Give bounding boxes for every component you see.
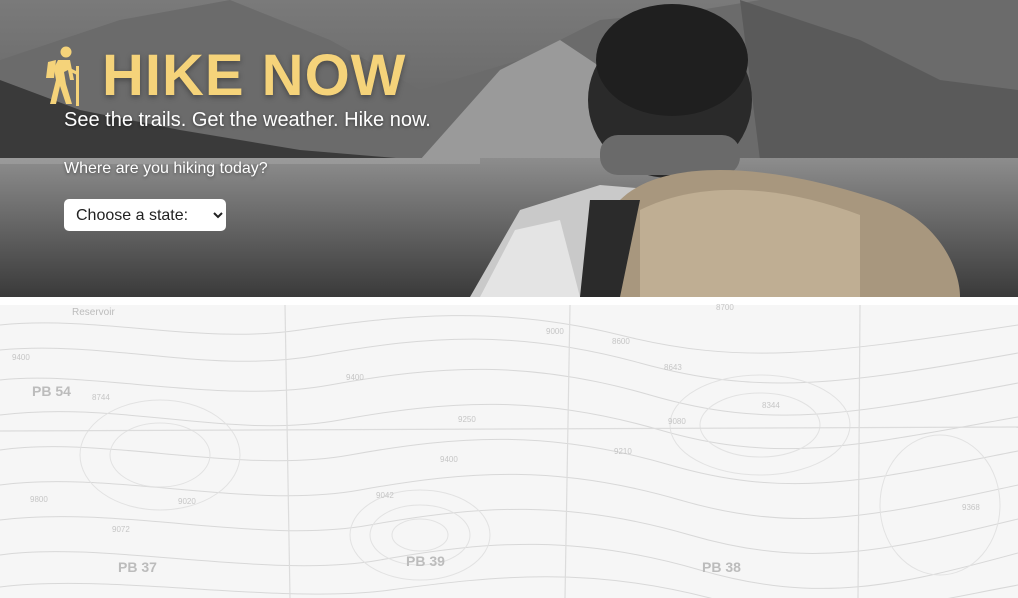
elevation-label: 9210 bbox=[614, 447, 632, 456]
elevation-label: 9400 bbox=[12, 353, 30, 362]
map-label: Reservoir bbox=[72, 307, 115, 318]
elevation-label: 8344 bbox=[762, 401, 780, 410]
topographic-map-background: PB 54 PB 37 PB 39 PB 38 Reservoir 9400 8… bbox=[0, 297, 1018, 598]
elevation-label: 9250 bbox=[458, 415, 476, 424]
elevation-label: 8744 bbox=[92, 393, 110, 402]
elevation-label: 8600 bbox=[612, 337, 630, 346]
section-divider bbox=[0, 297, 1018, 305]
topo-contour-lines bbox=[0, 305, 1018, 598]
page-title: HIKE NOW bbox=[102, 43, 407, 108]
map-label: PB 39 bbox=[406, 553, 445, 569]
elevation-label: 9000 bbox=[546, 327, 564, 336]
elevation-label: 8643 bbox=[664, 363, 682, 372]
map-label: PB 54 bbox=[32, 383, 71, 399]
state-prompt-label: Where are you hiking today? bbox=[64, 160, 268, 177]
elevation-label: 8700 bbox=[716, 303, 734, 312]
elevation-label: 9400 bbox=[440, 455, 458, 464]
tagline: See the trails. Get the weather. Hike no… bbox=[64, 109, 431, 131]
elevation-label: 9042 bbox=[376, 491, 394, 500]
elevation-label: 9800 bbox=[30, 495, 48, 504]
brand: HIKE NOW bbox=[40, 44, 406, 108]
elevation-label: 9368 bbox=[962, 503, 980, 512]
map-label: PB 37 bbox=[118, 559, 157, 575]
hero-banner: HIKE NOW See the trails. Get the weather… bbox=[0, 0, 1018, 297]
elevation-label: 9400 bbox=[346, 373, 364, 382]
elevation-label: 9080 bbox=[668, 417, 686, 426]
state-select[interactable]: Choose a state: bbox=[64, 199, 226, 231]
map-label: PB 38 bbox=[702, 559, 741, 575]
elevation-label: 9020 bbox=[178, 497, 196, 506]
elevation-label: 9072 bbox=[112, 525, 130, 534]
hiker-icon bbox=[46, 46, 79, 106]
